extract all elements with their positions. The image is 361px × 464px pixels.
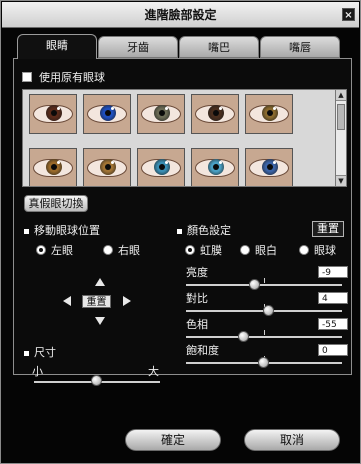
color-slider-knob[interactable] [262,305,274,316]
swap-eyes-button[interactable]: 真假眼切換 [24,195,88,212]
eyes-panel: 使用原有眼球 ▲ ▼ 真假眼切換 移動眼球位置 左眼 右眼 重置 尺寸 小 大 … [13,58,352,386]
scroll-up-icon[interactable]: ▲ [336,90,346,101]
radio-eyeball[interactable] [299,245,309,255]
tab-mouth[interactable]: 嘴巴 [179,36,259,58]
color-slider-knob[interactable] [237,331,249,342]
color-slider-label: 對比 [186,292,208,305]
color-title: 顏色設定 [187,224,231,237]
eye-thumbnail[interactable] [137,148,185,186]
radio-right-eye[interactable] [103,245,113,255]
radio-right-eye-label: 右眼 [118,244,140,257]
pupil-shape [213,110,219,116]
size-max-label: 大 [148,365,159,378]
bullet-icon [24,350,29,356]
move-eyes-heading: 移動眼球位置 [24,222,100,238]
color-slider-knob[interactable] [258,357,269,368]
size-heading: 尺寸 [24,344,56,360]
color-slider-label: 飽和度 [186,344,219,357]
radio-eyeball-label: 眼球 [314,244,336,257]
radio-eye-white[interactable] [240,245,250,255]
pupil-shape [213,164,219,170]
dialog-window: 進階臉部設定 × 眼睛 牙齒 嘴巴 嘴唇 使用原有眼球 ▲ ▼ 真假眼切換 移動… [0,0,361,464]
tab-eyes[interactable]: 眼睛 [17,34,97,59]
color-slider-value-field[interactable]: 0 [318,344,348,356]
size-title: 尺寸 [34,346,56,359]
color-slider-label: 亮度 [186,266,208,279]
color-slider-track[interactable] [186,336,342,338]
use-original-eyes-checkbox[interactable] [22,72,32,82]
eye-thumbnail-grid [22,89,342,187]
radio-left-eye[interactable] [36,245,46,255]
eye-thumbnail[interactable] [191,94,239,134]
pupil-shape [51,110,57,116]
title-bar: 進階臉部設定 × [2,2,359,28]
glint-shape [273,107,276,110]
eye-thumbnail[interactable] [29,148,77,186]
glint-shape [57,107,60,110]
glint-shape [165,107,168,110]
scrollbar-thumb[interactable] [337,104,345,130]
eye-thumbnail[interactable] [245,94,293,134]
pupil-shape [51,164,57,170]
tab-bar: 眼睛 牙齒 嘴巴 嘴唇 [13,34,352,59]
glint-shape [219,161,222,164]
eye-thumbnail[interactable] [83,148,131,186]
color-reset-button[interactable]: 重置 [312,221,344,237]
radio-eye-white-label: 眼白 [255,244,277,257]
thumbnail-scrollbar[interactable]: ▲ ▼ [335,89,347,187]
color-slider-center-tick [264,330,265,335]
ok-button[interactable]: 確定 [125,429,221,451]
size-min-label: 小 [32,365,43,378]
eye-thumbnail[interactable] [29,94,77,134]
pupil-shape [105,110,111,116]
eye-thumbnail[interactable] [137,94,185,134]
move-right-icon[interactable] [123,296,131,306]
tab-teeth[interactable]: 牙齒 [98,36,178,58]
radio-left-eye-label: 左眼 [51,244,73,257]
color-slider-knob[interactable] [248,279,260,290]
move-eyes-title: 移動眼球位置 [34,224,100,237]
glint-shape [165,161,168,164]
pupil-shape [267,164,273,170]
tab-lips[interactable]: 嘴唇 [260,36,340,58]
pupil-shape [159,110,165,116]
move-left-icon[interactable] [63,296,71,306]
bullet-icon [177,228,182,234]
eye-thumbnail[interactable] [245,148,293,186]
scroll-down-icon[interactable]: ▼ [336,175,346,186]
move-down-icon[interactable] [95,317,105,325]
dialog-title: 進階臉部設定 [144,8,217,22]
cancel-button[interactable]: 取消 [244,429,340,451]
color-slider-center-tick [264,278,265,283]
color-slider-track[interactable] [186,284,342,286]
glint-shape [57,161,60,164]
glint-shape [219,107,222,110]
color-slider-value-field[interactable]: 4 [318,292,348,304]
use-original-eyes-label: 使用原有眼球 [39,71,105,84]
glint-shape [273,161,276,164]
glint-shape [111,107,114,110]
radio-iris[interactable] [185,245,195,255]
color-slider-label: 色相 [186,318,208,331]
pupil-shape [267,110,273,116]
glint-shape [111,161,114,164]
eye-thumbnail[interactable] [83,94,131,134]
color-heading: 顏色設定 [177,222,231,238]
color-slider-value-field[interactable]: -9 [318,266,348,278]
bullet-icon [24,228,29,234]
pupil-shape [159,164,165,170]
eye-thumbnail[interactable] [191,148,239,186]
close-icon[interactable]: × [342,8,355,21]
size-slider-knob[interactable] [91,375,102,386]
pupil-shape [105,164,111,170]
move-reset-button[interactable]: 重置 [82,295,111,308]
color-slider-value-field[interactable]: -55 [318,318,348,330]
move-up-icon[interactable] [95,278,105,286]
radio-iris-label: 虹膜 [200,244,222,257]
